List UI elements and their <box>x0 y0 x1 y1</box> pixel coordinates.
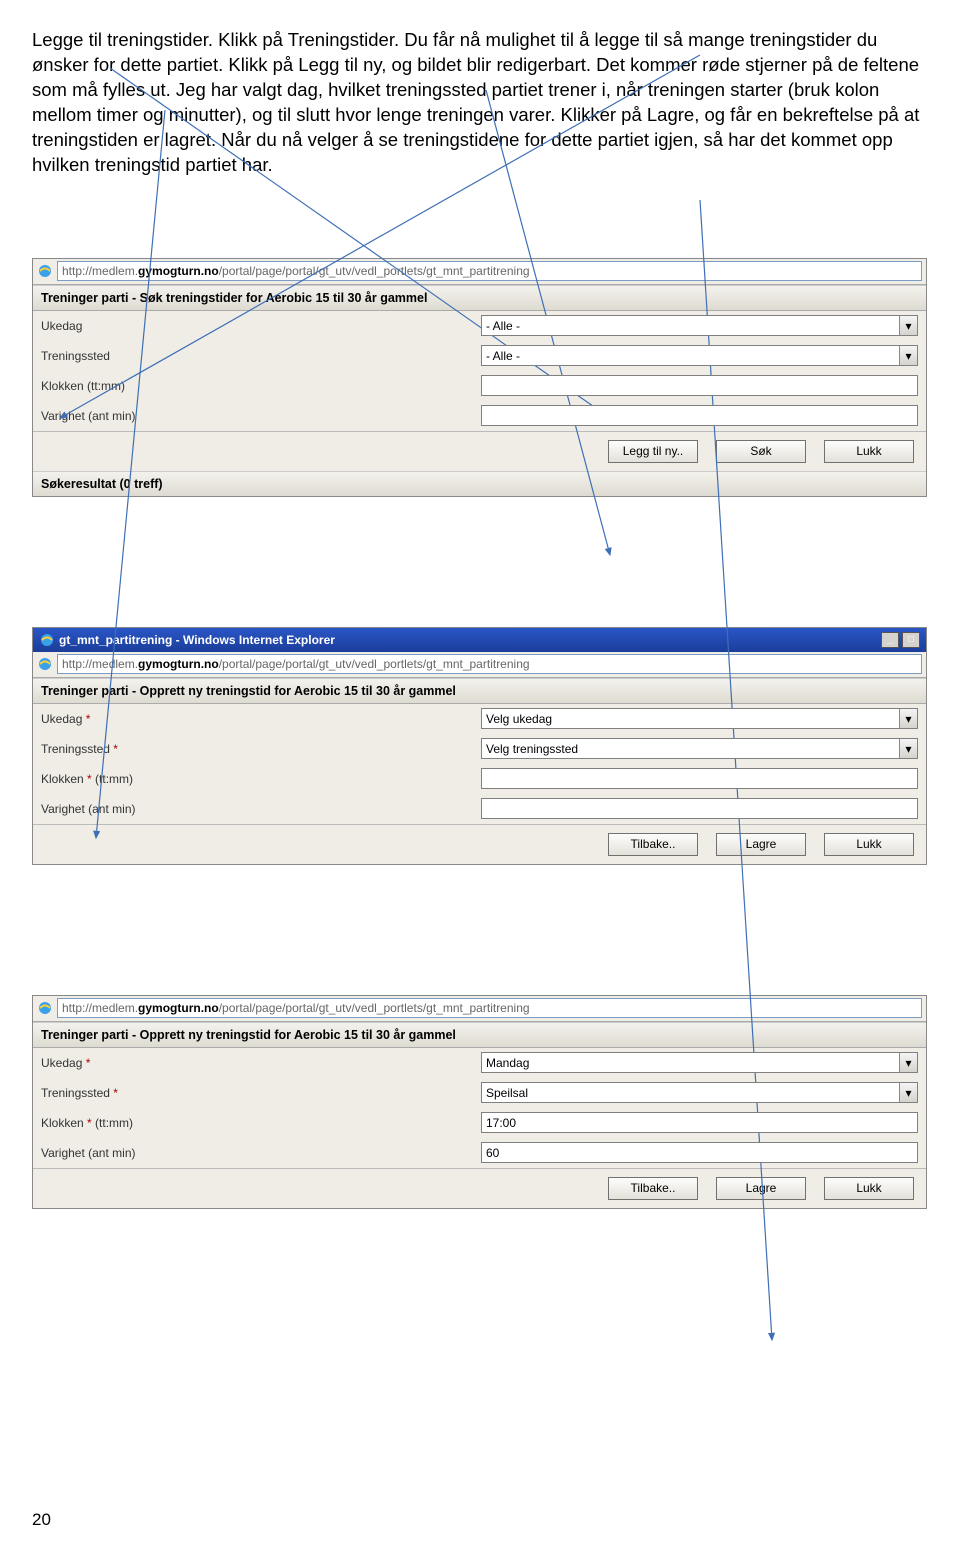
select-ukedag-value: Velg ukedag <box>486 712 552 726</box>
select-sted[interactable]: - Alle - ▾ <box>481 345 918 366</box>
screenshot-panel-create-empty: gt_mnt_partitrening - Windows Internet E… <box>32 627 927 865</box>
input-varighet-value: 60 <box>486 1146 499 1160</box>
label-ukedag: Ukedag * <box>41 1056 481 1070</box>
address-bar: http://medlem.gymogturn.no/portal/page/p… <box>33 996 926 1022</box>
required-mark: * <box>86 712 91 726</box>
url-prefix: http://medlem. <box>62 264 138 278</box>
chevron-down-icon: ▾ <box>899 316 917 335</box>
window-titlebar: gt_mnt_partitrening - Windows Internet E… <box>33 628 926 652</box>
maximize-button[interactable]: □ <box>902 632 920 648</box>
back-button[interactable]: Tilbake.. <box>608 1177 698 1200</box>
chevron-down-icon: ▾ <box>899 1083 917 1102</box>
url-field[interactable]: http://medlem.gymogturn.no/portal/page/p… <box>57 261 922 281</box>
select-ukedag[interactable]: Mandag ▾ <box>481 1052 918 1073</box>
label-ukedag: Ukedag <box>41 319 481 333</box>
label-klokken: Klokken * (tt:mm) <box>41 1116 481 1130</box>
panel-header: Treninger parti - Søk treningstider for … <box>33 285 926 311</box>
select-sted-value: Speilsal <box>486 1086 528 1100</box>
label-ukedag: Ukedag * <box>41 712 481 726</box>
url-field[interactable]: http://medlem.gymogturn.no/portal/page/p… <box>57 654 922 674</box>
url-prefix: http://medlem. <box>62 657 138 671</box>
screenshot-panel-create-filled: http://medlem.gymogturn.no/portal/page/p… <box>32 995 927 1209</box>
label-sted: Treningssted <box>41 349 481 363</box>
add-new-button[interactable]: Legg til ny.. <box>608 440 698 463</box>
input-klokken[interactable] <box>481 375 918 396</box>
url-host: gymogturn.no <box>138 1001 219 1015</box>
save-button[interactable]: Lagre <box>716 833 806 856</box>
required-mark: * <box>113 742 118 756</box>
label-varighet: Varighet (ant min) <box>41 1146 481 1160</box>
chevron-down-icon: ▾ <box>899 346 917 365</box>
ie-icon <box>37 263 53 279</box>
url-path: /portal/page/portal/gt_utv/vedl_portlets… <box>219 264 530 278</box>
required-mark: * <box>86 1056 91 1070</box>
select-sted[interactable]: Velg treningssted ▾ <box>481 738 918 759</box>
label-varighet: Varighet (ant min) <box>41 802 481 816</box>
close-button[interactable]: Lukk <box>824 833 914 856</box>
input-varighet[interactable] <box>481 798 918 819</box>
input-klokken[interactable] <box>481 768 918 789</box>
window-title-text: gt_mnt_partitrening - Windows Internet E… <box>59 633 335 647</box>
url-field[interactable]: http://medlem.gymogturn.no/portal/page/p… <box>57 998 922 1018</box>
address-bar: http://medlem.gymogturn.no/portal/page/p… <box>33 259 926 285</box>
select-sted[interactable]: Speilsal ▾ <box>481 1082 918 1103</box>
select-ukedag-value: Mandag <box>486 1056 529 1070</box>
save-button[interactable]: Lagre <box>716 1177 806 1200</box>
select-sted-value: - Alle - <box>486 349 520 363</box>
select-sted-value: Velg treningssted <box>486 742 578 756</box>
search-button[interactable]: Søk <box>716 440 806 463</box>
label-klokken: Klokken (tt:mm) <box>41 379 481 393</box>
screenshot-panel-search: http://medlem.gymogturn.no/portal/page/p… <box>32 258 927 497</box>
close-button[interactable]: Lukk <box>824 440 914 463</box>
input-varighet[interactable]: 60 <box>481 1142 918 1163</box>
select-ukedag-value: - Alle - <box>486 319 520 333</box>
url-prefix: http://medlem. <box>62 1001 138 1015</box>
minimize-button[interactable]: _ <box>881 632 899 648</box>
select-ukedag[interactable]: - Alle - ▾ <box>481 315 918 336</box>
label-sted: Treningssted * <box>41 742 481 756</box>
select-ukedag[interactable]: Velg ukedag ▾ <box>481 708 918 729</box>
url-host: gymogturn.no <box>138 264 219 278</box>
ie-icon <box>37 1000 53 1016</box>
label-klokken: Klokken * (tt:mm) <box>41 772 481 786</box>
label-varighet: Varighet (ant min) <box>41 409 481 423</box>
page-number: 20 <box>32 1510 51 1530</box>
url-path: /portal/page/portal/gt_utv/vedl_portlets… <box>219 657 530 671</box>
chevron-down-icon: ▾ <box>899 709 917 728</box>
intro-paragraph: Legge til treningstider. Klikk på Trenin… <box>32 28 928 178</box>
chevron-down-icon: ▾ <box>899 739 917 758</box>
panel-header: Treninger parti - Opprett ny treningstid… <box>33 1022 926 1048</box>
address-bar: http://medlem.gymogturn.no/portal/page/p… <box>33 652 926 678</box>
chevron-down-icon: ▾ <box>899 1053 917 1072</box>
close-button[interactable]: Lukk <box>824 1177 914 1200</box>
ie-icon <box>37 656 53 672</box>
panel-header: Treninger parti - Opprett ny treningstid… <box>33 678 926 704</box>
input-klokken[interactable]: 17:00 <box>481 1112 918 1133</box>
url-path: /portal/page/portal/gt_utv/vedl_portlets… <box>219 1001 530 1015</box>
input-klokken-value: 17:00 <box>486 1116 516 1130</box>
required-mark: * <box>113 1086 118 1100</box>
url-host: gymogturn.no <box>138 657 219 671</box>
back-button[interactable]: Tilbake.. <box>608 833 698 856</box>
ie-icon <box>39 632 55 648</box>
panel-result-header: Søkeresultat (0 treff) <box>33 471 926 496</box>
label-sted: Treningssted * <box>41 1086 481 1100</box>
input-varighet[interactable] <box>481 405 918 426</box>
